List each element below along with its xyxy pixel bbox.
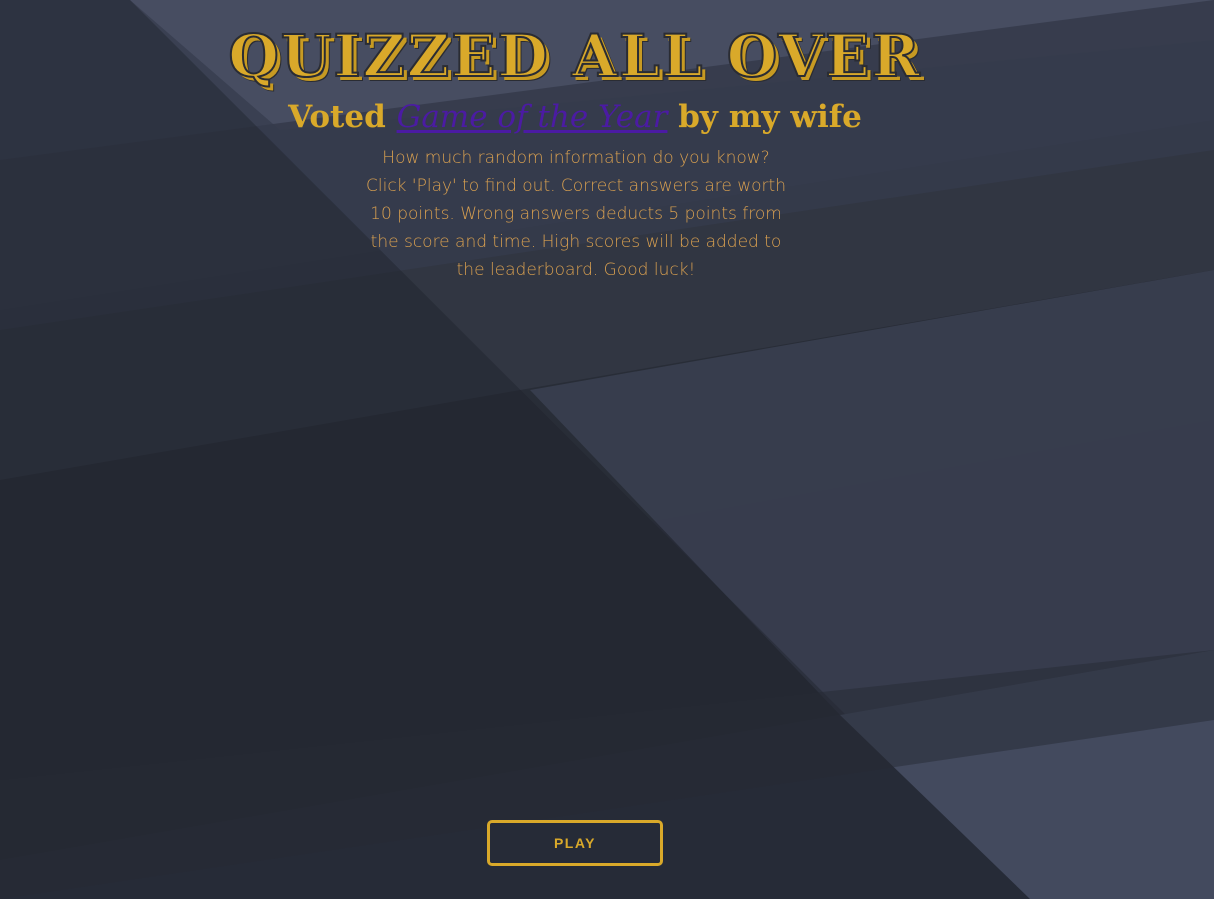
- play-button[interactable]: PLAY: [487, 820, 663, 866]
- tagline: Voted Game of the Year by my wife: [0, 96, 1150, 138]
- instructions-text: How much random information do you know?…: [366, 148, 786, 280]
- tagline-suffix: by my wife: [667, 99, 862, 135]
- game-of-the-year-link[interactable]: Game of the Year: [397, 99, 668, 135]
- start-screen: QUIZZED ALL OVER Voted Game of the Year …: [0, 0, 1214, 899]
- tagline-prefix: Voted: [288, 99, 397, 135]
- game-title: QUIZZED ALL OVER: [227, 21, 922, 91]
